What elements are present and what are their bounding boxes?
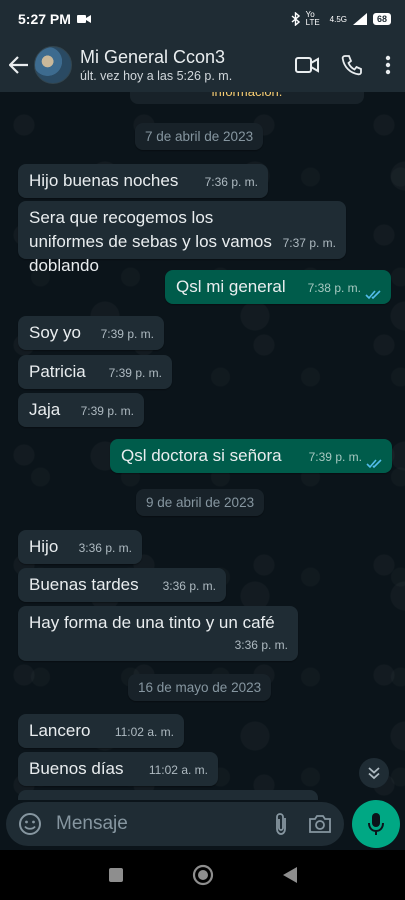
- message-incoming[interactable]: Hijo 3:36 p. m.: [18, 530, 142, 564]
- message-incoming[interactable]: Patricia 7:39 p. m.: [18, 355, 172, 389]
- message-text: Patricia: [29, 362, 86, 381]
- message-text: Buenos días: [29, 759, 124, 778]
- message-time: 3:36 p. m.: [234, 638, 288, 652]
- message-incoming[interactable]: Jaja 7:39 p. m.: [18, 393, 144, 427]
- avatar[interactable]: [34, 46, 72, 84]
- message-text: Qsl doctora si señora: [121, 446, 282, 465]
- message-text: Hijo: [29, 537, 59, 556]
- message-text: Soy yo: [29, 323, 81, 342]
- message-incoming[interactable]: Lancero 11:02 a. m.: [18, 714, 184, 748]
- message-time: 3:36 p. m.: [162, 579, 216, 593]
- video-camera-icon[interactable]: [295, 56, 319, 74]
- message-text: Buenas tardes: [29, 575, 139, 594]
- signal-icon: [352, 13, 367, 25]
- message-text: Sera que recogemos los uniformes de seba…: [29, 208, 272, 275]
- message-time: 11:02 a. m.: [148, 763, 208, 777]
- message-time: 7:36 p. m.: [204, 175, 258, 189]
- message-text: Lancero: [29, 721, 91, 740]
- contact-name: Mi General Ccon3: [80, 47, 226, 67]
- message-incoming[interactable]: Hay forma de una tinto y un café 3:36 p.…: [18, 606, 298, 661]
- network-label: Yo LTE: [305, 10, 320, 27]
- message-incoming[interactable]: Soy yo 7:39 p. m.: [18, 316, 164, 350]
- message-time: 7:37 p. m.: [282, 236, 336, 250]
- double-check-icon: [365, 290, 381, 300]
- date-separator: 16 de mayo de 2023: [128, 674, 272, 701]
- home-icon[interactable]: [192, 864, 214, 886]
- voice-message-button[interactable]: [352, 800, 400, 848]
- phone-icon[interactable]: [341, 54, 363, 76]
- chat-header: Mi General Ccon3 últ. vez hoy a las 5:26…: [0, 38, 405, 92]
- message-time: 7:39 p. m.: [100, 327, 154, 341]
- message-input[interactable]: [54, 812, 272, 836]
- message-input-container: [6, 802, 344, 846]
- message-incoming[interactable]: Buenos días 11:02 a. m.: [18, 752, 218, 786]
- message-list[interactable]: información. 7 de abril de 2023 Hijo bue…: [0, 92, 405, 800]
- date-separator: 7 de abril de 2023: [135, 123, 264, 150]
- message-text: Hijo buenas noches: [29, 171, 179, 190]
- more-vertical-icon[interactable]: [385, 55, 391, 75]
- signal-label: 4.5G: [329, 14, 347, 24]
- status-time: 5:27 PM: [18, 11, 71, 27]
- last-seen-status: últ. vez hoy a las 5:26 p. m.: [80, 69, 233, 83]
- paperclip-icon[interactable]: [272, 812, 290, 836]
- composer-bar: [0, 800, 405, 850]
- message-text: Jaja: [29, 400, 61, 419]
- message-incoming[interactable]: Sera que recogemos los uniformes de seba…: [18, 201, 346, 275]
- message-incoming[interactable]: Hijo buenas noches 7:36 p. m.: [18, 164, 268, 198]
- message-outgoing[interactable]: Qsl doctora si señora 7:39 p. m.: [110, 439, 392, 473]
- back-button[interactable]: [4, 56, 34, 74]
- arrow-left-icon: [9, 56, 28, 74]
- battery-indicator: 68: [372, 13, 391, 25]
- message-time: 7:39 p. m.: [308, 450, 362, 464]
- emoji-icon[interactable]: [18, 812, 42, 836]
- video-status-icon: [76, 15, 91, 23]
- message-outgoing[interactable]: Qsl mi general 7:38 p. m.: [165, 270, 391, 304]
- double-chevron-down-icon: [368, 767, 380, 780]
- message-time: 11:02 a. m.: [114, 725, 174, 739]
- bluetooth-icon: [291, 12, 300, 26]
- encryption-info-banner[interactable]: información.: [130, 92, 364, 104]
- message-incoming-partial[interactable]: [18, 790, 318, 800]
- double-check-icon: [366, 459, 382, 469]
- message-time: 7:38 p. m.: [307, 281, 361, 295]
- date-separator: 9 de abril de 2023: [136, 489, 265, 516]
- message-text: Hay forma de una tinto y un café: [29, 613, 275, 632]
- message-time: 7:39 p. m.: [108, 366, 162, 380]
- contact-info[interactable]: Mi General Ccon3 últ. vez hoy a las 5:26…: [80, 47, 295, 83]
- camera-icon[interactable]: [308, 814, 332, 834]
- status-bar: 5:27 PM Yo LTE 4.5G 68: [0, 0, 405, 38]
- recent-apps-icon[interactable]: [108, 867, 124, 883]
- scroll-to-bottom-button[interactable]: [359, 758, 389, 788]
- message-time: 3:36 p. m.: [78, 541, 132, 555]
- back-nav-icon[interactable]: [282, 866, 298, 884]
- message-incoming[interactable]: Buenas tardes 3:36 p. m.: [18, 568, 226, 602]
- message-text: Qsl mi general: [176, 277, 286, 296]
- system-navigation-bar: [0, 850, 405, 900]
- message-time: 7:39 p. m.: [80, 404, 134, 418]
- microphone-icon: [368, 813, 384, 835]
